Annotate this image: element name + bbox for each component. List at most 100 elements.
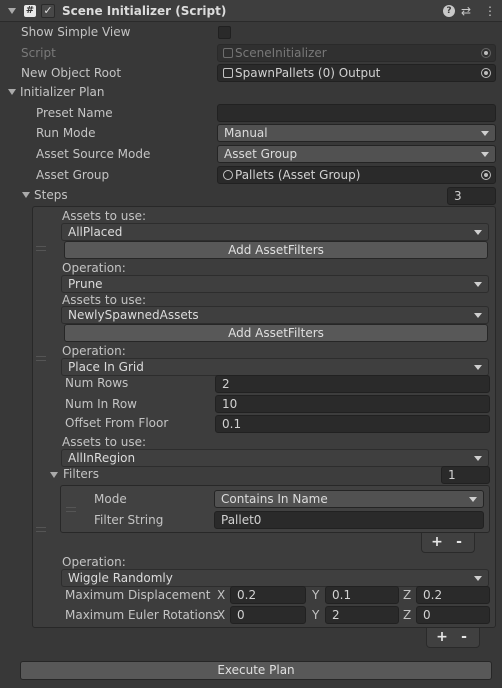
drag-handle-icon[interactable] bbox=[66, 507, 76, 512]
add-step-button[interactable]: + bbox=[431, 628, 453, 646]
show-simple-view-checkbox[interactable] bbox=[218, 26, 231, 39]
new-object-root-label: New Object Root bbox=[21, 66, 122, 80]
step1-add-asset-filters-button[interactable]: Add AssetFilters bbox=[64, 241, 488, 259]
component-title: Scene Initializer (Script) bbox=[62, 4, 227, 18]
filters-foldout-arrow-icon[interactable] bbox=[50, 472, 58, 478]
chevron-down-icon bbox=[469, 497, 477, 502]
filters-count-input[interactable]: 1 bbox=[441, 466, 490, 484]
step2-operation-label: Operation: bbox=[62, 344, 126, 358]
gameobject-icon bbox=[223, 68, 233, 78]
step2-operation-dropdown[interactable]: Place In Grid bbox=[61, 358, 489, 376]
run-mode-dropdown[interactable]: Manual bbox=[217, 124, 496, 142]
chevron-down-icon bbox=[474, 282, 482, 287]
initializer-plan-foldout[interactable]: Initializer Plan bbox=[20, 84, 105, 100]
step2-add-asset-filters-button[interactable]: Add AssetFilters bbox=[64, 324, 488, 342]
max-euler-y-input[interactable]: 2 bbox=[325, 606, 399, 624]
collapse-arrow-icon[interactable] bbox=[8, 8, 16, 14]
step1-assets-label: Assets to use: bbox=[62, 209, 147, 223]
question-icon[interactable]: ? bbox=[443, 5, 455, 17]
max-displacement-y-label[interactable]: Y bbox=[312, 587, 319, 603]
asset-group-field[interactable]: Pallets (Asset Group) bbox=[217, 166, 496, 184]
script-field: SceneInitializer bbox=[217, 44, 496, 62]
num-rows-input[interactable]: 2 bbox=[215, 375, 490, 393]
num-rows-label: Num Rows bbox=[65, 376, 129, 390]
chevron-down-icon bbox=[481, 131, 489, 136]
step3-assets-value: AllInRegion bbox=[68, 451, 136, 465]
max-euler-z-label[interactable]: Z bbox=[403, 607, 411, 623]
steps-foldout[interactable]: Steps bbox=[34, 187, 68, 203]
step3-operation-dropdown[interactable]: Wiggle Randomly bbox=[61, 569, 489, 587]
asset-source-mode-value: Asset Group bbox=[224, 147, 298, 161]
max-displacement-z-label[interactable]: Z bbox=[403, 587, 411, 603]
step3-operation-value: Wiggle Randomly bbox=[68, 571, 173, 585]
object-picker-icon bbox=[481, 48, 491, 58]
object-picker-icon[interactable] bbox=[481, 170, 491, 180]
filters-foldout[interactable]: Filters bbox=[63, 466, 99, 482]
max-euler-x-input[interactable]: 0 bbox=[230, 606, 306, 624]
max-euler-z-input[interactable]: 0 bbox=[416, 606, 490, 624]
step1-assets-dropdown[interactable]: AllPlaced bbox=[61, 223, 489, 241]
max-displacement-z-input[interactable]: 0.2 bbox=[416, 586, 490, 604]
script-asset-icon bbox=[223, 48, 233, 58]
object-picker-icon[interactable] bbox=[481, 68, 491, 78]
offset-from-floor-label: Offset From Floor bbox=[65, 416, 169, 430]
sliders-icon[interactable]: ⇄ bbox=[461, 3, 471, 19]
asset-source-mode-label: Asset Source Mode bbox=[36, 147, 151, 161]
add-filter-button[interactable]: + bbox=[426, 533, 448, 551]
show-simple-view-label: Show Simple View bbox=[21, 25, 131, 39]
asset-group-label: Asset Group bbox=[36, 168, 110, 182]
step2-assets-value: NewlySpawnedAssets bbox=[68, 308, 199, 322]
drag-handle-icon[interactable] bbox=[36, 356, 46, 361]
preset-name-input[interactable] bbox=[217, 104, 496, 122]
preset-name-label: Preset Name bbox=[36, 106, 113, 120]
chevron-down-icon bbox=[474, 456, 482, 461]
chevron-down-icon bbox=[474, 313, 482, 318]
execute-plan-button[interactable]: Execute Plan bbox=[20, 661, 492, 680]
max-displacement-x-input[interactable]: 0.2 bbox=[230, 586, 306, 604]
step1-operation-label: Operation: bbox=[62, 261, 126, 275]
step2-assets-dropdown[interactable]: NewlySpawnedAssets bbox=[61, 306, 489, 324]
kebab-menu-icon[interactable]: ⋮ bbox=[484, 3, 496, 19]
num-in-row-input[interactable]: 10 bbox=[215, 395, 490, 413]
script-value: SceneInitializer bbox=[235, 46, 327, 60]
remove-step-button[interactable]: - bbox=[453, 628, 475, 646]
step1-assets-value: AllPlaced bbox=[68, 225, 123, 239]
max-displacement-y-input[interactable]: 0.1 bbox=[325, 586, 399, 604]
script-label: Script bbox=[21, 46, 56, 60]
step3-assets-dropdown[interactable]: AllInRegion bbox=[61, 449, 489, 467]
remove-filter-button[interactable]: - bbox=[448, 533, 470, 551]
foldout-arrow-icon[interactable] bbox=[8, 89, 16, 95]
chevron-down-icon bbox=[474, 576, 482, 581]
step3-operation-label: Operation: bbox=[62, 555, 126, 569]
new-object-root-field[interactable]: SpawnPallets (0) Output bbox=[217, 64, 496, 82]
asset-group-value: Pallets (Asset Group) bbox=[235, 168, 361, 182]
new-object-root-value: SpawnPallets (0) Output bbox=[235, 66, 381, 80]
steps-count-input[interactable]: 3 bbox=[447, 187, 496, 205]
step1-operation-value: Prune bbox=[68, 277, 103, 291]
max-euler-rotations-label: Maximum Euler Rotations bbox=[65, 608, 220, 622]
offset-from-floor-input[interactable]: 0.1 bbox=[215, 415, 490, 433]
filter-mode-label: Mode bbox=[94, 492, 127, 506]
max-euler-x-label[interactable]: X bbox=[217, 607, 225, 623]
filter-mode-dropdown[interactable]: Contains In Name bbox=[214, 490, 484, 508]
step1-operation-dropdown[interactable]: Prune bbox=[61, 275, 489, 293]
chevron-down-icon bbox=[474, 230, 482, 235]
filters-add-remove: + - bbox=[421, 533, 475, 553]
run-mode-value: Manual bbox=[224, 126, 268, 140]
step2-operation-value: Place In Grid bbox=[68, 360, 144, 374]
script-icon: # bbox=[24, 5, 36, 17]
steps-foldout-arrow-icon[interactable] bbox=[22, 192, 30, 198]
filter-mode-value: Contains In Name bbox=[221, 492, 328, 506]
enabled-checkbox[interactable]: ✓ bbox=[41, 4, 55, 18]
run-mode-label: Run Mode bbox=[36, 126, 96, 140]
filter-string-input[interactable]: Pallet0 bbox=[214, 511, 484, 529]
num-in-row-label: Num In Row bbox=[65, 397, 137, 411]
max-displacement-x-label[interactable]: X bbox=[217, 587, 225, 603]
drag-handle-icon[interactable] bbox=[36, 246, 46, 251]
max-displacement-label: Maximum Displacement bbox=[65, 588, 211, 602]
chevron-down-icon bbox=[474, 365, 482, 370]
chevron-down-icon bbox=[481, 152, 489, 157]
max-euler-y-label[interactable]: Y bbox=[312, 607, 319, 623]
asset-source-mode-dropdown[interactable]: Asset Group bbox=[217, 145, 496, 163]
drag-handle-icon[interactable] bbox=[36, 527, 46, 532]
